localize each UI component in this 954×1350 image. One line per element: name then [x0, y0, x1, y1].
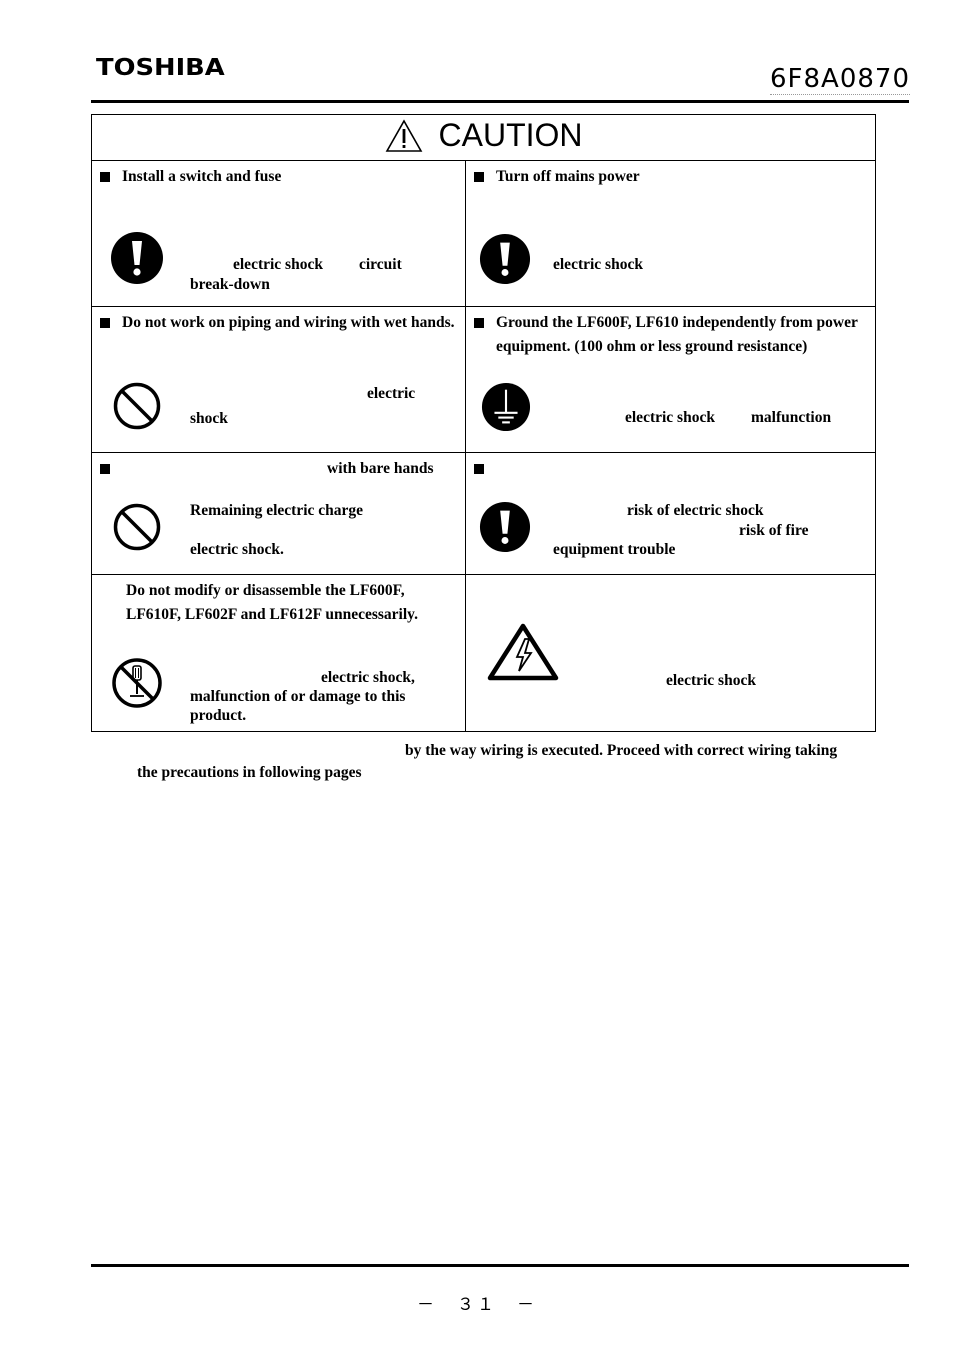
- cell-text: electric shock.: [190, 541, 284, 558]
- mandatory-icon: [479, 501, 531, 553]
- cell-text: shock: [190, 410, 228, 427]
- cell-title: Ground the LF600F, LF610 independently f…: [496, 314, 858, 355]
- cell-text: electric shock: [553, 256, 643, 273]
- caution-cell-no-disassembly: Do not modify or disassemble the LF600F,…: [91, 574, 466, 732]
- wiring-note-line-1: by the way wiring is executed. Proceed w…: [405, 742, 838, 759]
- prohibition-icon: [113, 382, 161, 430]
- header-rule: [91, 100, 909, 103]
- cell-text: equipment trouble: [553, 541, 676, 558]
- caution-cell-high-voltage: electric shock: [465, 574, 876, 732]
- warning-triangle-icon: [385, 119, 422, 152]
- ground-icon: [481, 382, 531, 432]
- high-voltage-warning-icon: [487, 623, 559, 681]
- caution-cell-install-switch: Install a switch and fuse electric shock…: [91, 160, 466, 307]
- cell-text: malfunction: [751, 409, 832, 426]
- mandatory-icon: [479, 233, 531, 285]
- cell-text: malfunction of or damage to this: [190, 688, 406, 705]
- caution-cell-turn-off-power: Turn off mains power electric shock: [465, 160, 876, 307]
- cell-title: Do not work on piping and wiring with we…: [122, 314, 455, 331]
- caution-cell-ground: Ground the LF600F, LF610 independently f…: [465, 306, 876, 453]
- caution-cell-wet-hands: Do not work on piping and wiring with we…: [91, 306, 466, 453]
- cell-text: product.: [190, 707, 247, 724]
- cell-title: with bare hands: [327, 460, 434, 477]
- toshiba-logo: TOSHIBA: [96, 55, 225, 81]
- cell-title: Turn off mains power: [496, 168, 640, 185]
- page-number: － ３１ －: [417, 1295, 537, 1315]
- cell-text: electric shock: [233, 256, 323, 273]
- bullet-icon: [100, 464, 110, 474]
- cell-text: circuit: [359, 256, 402, 273]
- document-number: 6F8A0870: [770, 64, 910, 95]
- bullet-icon: [474, 172, 484, 182]
- mandatory-icon: [111, 232, 163, 284]
- cell-title: Install a switch and fuse: [122, 168, 282, 185]
- cell-text: risk of fire: [739, 522, 809, 539]
- bullet-icon: [100, 318, 110, 328]
- cell-text: electric shock: [666, 672, 756, 689]
- caution-title: CAUTION: [438, 117, 583, 154]
- cell-text: electric: [367, 385, 416, 402]
- caution-heading: CAUTION: [91, 114, 876, 161]
- caution-cell-fire-risk: risk of electric shock risk of fire equi…: [465, 452, 876, 575]
- cell-text: break-down: [190, 276, 270, 293]
- caution-table: CAUTION Install a switch and fuse electr…: [91, 114, 876, 732]
- caution-cell-bare-hands: with bare hands Remaining electric charg…: [91, 452, 466, 575]
- wiring-note-line-2: the precautions in following pages: [137, 764, 362, 781]
- cell-title: Do not modify or disassemble the LF600F,…: [126, 582, 418, 623]
- bullet-icon: [474, 464, 484, 474]
- bullet-icon: [100, 172, 110, 182]
- cell-text: electric shock,: [321, 669, 415, 686]
- cell-text: Remaining electric charge: [190, 502, 364, 519]
- bullet-icon: [474, 318, 484, 328]
- prohibition-icon: [113, 503, 161, 551]
- footer-rule: [91, 1264, 909, 1267]
- cell-text: risk of electric shock: [627, 502, 764, 519]
- no-disassembly-icon: [112, 658, 162, 708]
- cell-text: electric shock: [625, 409, 715, 426]
